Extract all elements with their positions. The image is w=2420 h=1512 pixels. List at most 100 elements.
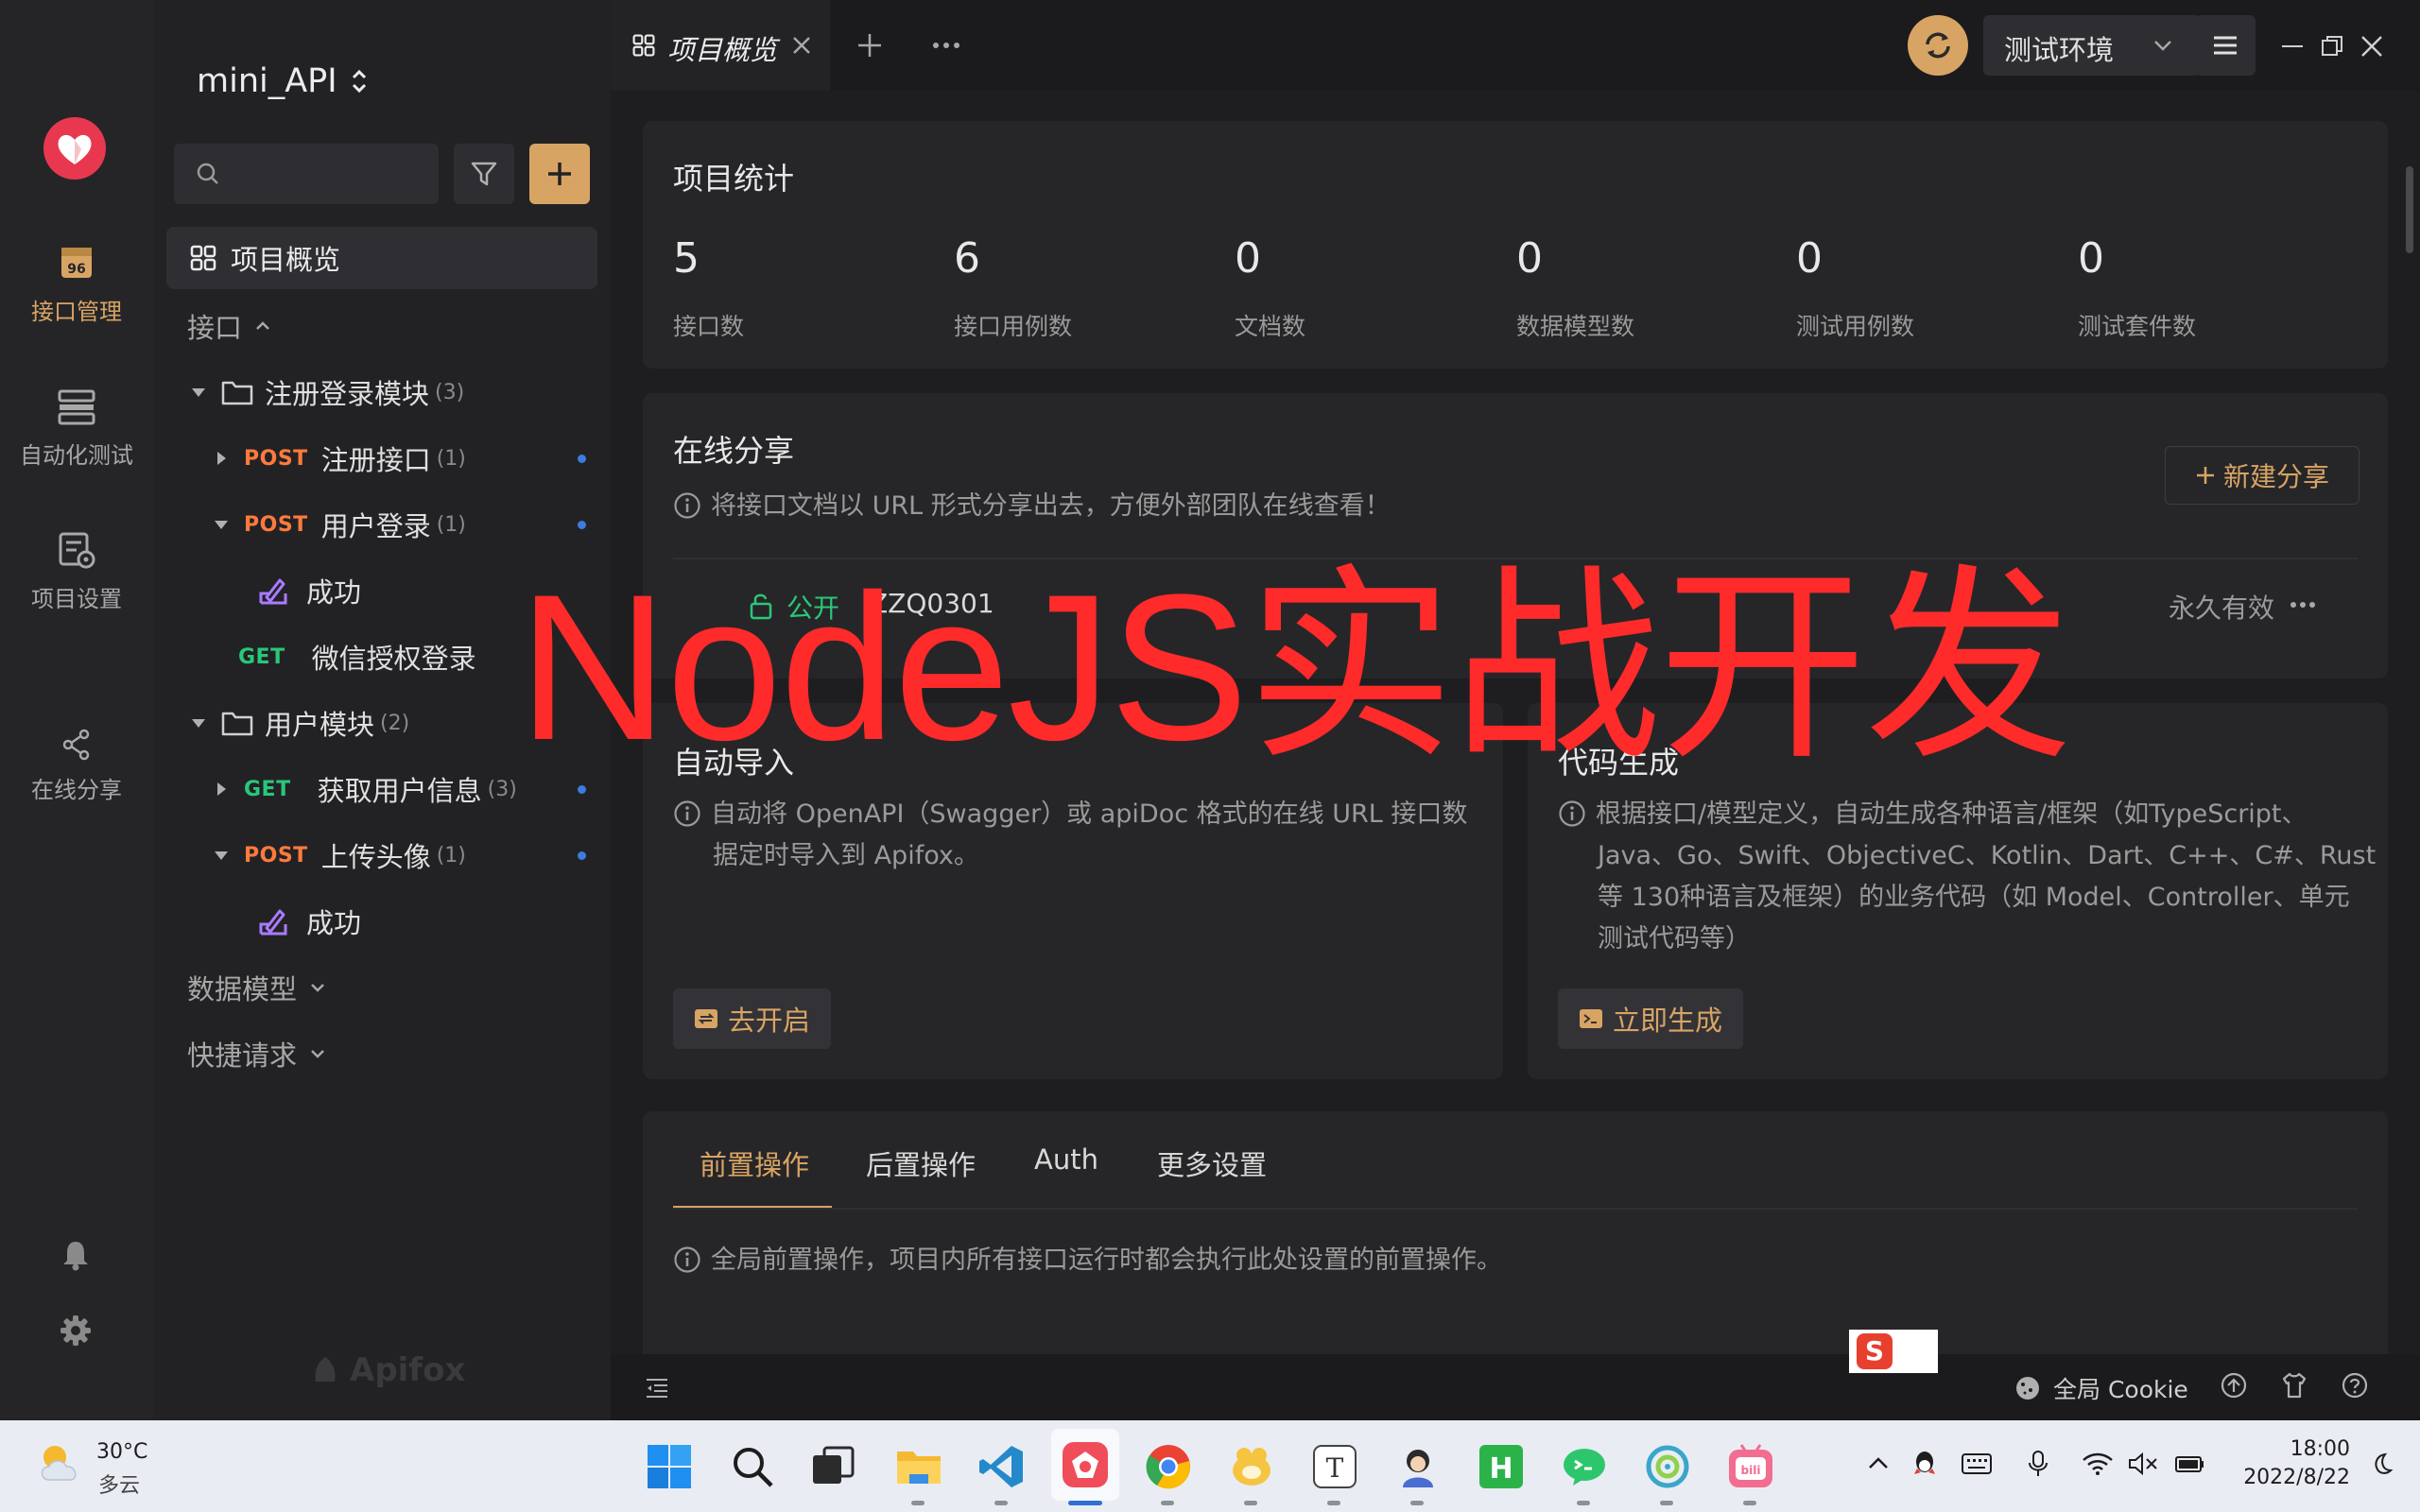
caret-down-icon [215,521,228,529]
task-view-icon[interactable] [809,1442,858,1491]
more-horizontal-icon [933,43,959,48]
navicat-icon[interactable] [1227,1442,1276,1491]
rail-item-share[interactable]: 在线分享 [0,728,153,804]
global-cookie-button[interactable]: 全局 Cookie [2014,1371,2188,1405]
enable-auto-import-button[interactable]: 去开启 [673,988,832,1049]
focus-moon-icon[interactable] [2369,1452,2394,1476]
chevron-down-icon [311,984,324,992]
filter-button[interactable] [454,144,514,204]
info-icon [674,800,700,827]
chrome-icon[interactable] [1144,1442,1193,1491]
hbuilder-icon[interactable]: H [1477,1442,1526,1491]
tree-folder[interactable]: 注册登录模块 (3) [153,359,611,425]
generate-code-button[interactable]: 立即生成 [1558,988,1744,1049]
help-icon[interactable] [2341,1371,2369,1400]
test-case-icon [259,909,287,936]
wifi-icon[interactable] [2082,1452,2114,1476]
button-label: 立即生成 [1613,1005,1723,1037]
battery-icon[interactable] [2174,1452,2206,1476]
clock-time[interactable]: 18:00 [2271,1437,2350,1461]
close-icon[interactable] [790,34,813,57]
rail-item-label: 接口管理 [31,299,122,325]
api-section-header[interactable]: 接口 [187,306,272,346]
more-tabs-button[interactable] [932,42,960,49]
rail-item-project-settings[interactable]: 项目设置 [0,529,153,613]
typora-icon[interactable]: T [1310,1442,1359,1491]
brand-label: Apifox [350,1351,466,1389]
weather-widget[interactable] [34,1440,89,1486]
file-explorer-icon[interactable] [894,1442,943,1491]
stat-label: 测试用例数 [1796,313,1915,340]
avatar-app-icon[interactable] [1393,1442,1443,1491]
quick-request-section[interactable]: 快捷请求 [187,1034,327,1074]
project-switcher[interactable]: mini_API [197,62,370,100]
restore-button[interactable] [2320,34,2344,59]
desc-line: 等 130种语言及框架）的业务代码（如 Model、Controller、单元 [1598,883,2350,912]
tab-pre-operation[interactable]: 前置操作 [700,1143,809,1183]
svg-text:H: H [1489,1452,1512,1486]
tab-overview[interactable]: 项目概览 [611,0,830,91]
stat-value: 0 [2078,234,2104,283]
ime-toolbar[interactable]: S [1849,1330,1938,1373]
bell-icon[interactable] [59,1238,93,1272]
data-model-section[interactable]: 数据模型 [187,968,327,1007]
vscode-icon[interactable] [977,1442,1027,1491]
windows-start-icon[interactable] [645,1442,694,1491]
tree-api-item[interactable]: POST 注册接口 (1) [153,425,611,491]
status-dot [578,784,586,794]
plus-icon [2196,467,2214,484]
cookie-label: 全局 Cookie [2053,1376,2188,1403]
qq-icon[interactable] [1911,1450,1938,1478]
tab-post-operation[interactable]: 后置操作 [866,1143,976,1183]
automation-icon [56,386,97,427]
minimize-button[interactable] [2280,34,2305,59]
tree-case-item[interactable]: 成功 [153,888,611,954]
pinwheel-app-icon[interactable] [1643,1442,1692,1491]
tree-label: 上传头像 [320,841,431,873]
search-icon[interactable] [728,1442,777,1491]
environment-select[interactable]: 测试环境 [1983,15,2201,76]
keyboard-icon[interactable] [1961,1452,1993,1476]
window-close-button[interactable] [2360,34,2384,59]
clock-date[interactable]: 2022/8/22 [2229,1466,2350,1489]
tree-label: 成功 [306,907,362,939]
tree-api-item[interactable]: POST 用户登录 (1) [153,491,611,558]
shirt-icon[interactable] [2280,1371,2308,1400]
wechat-devtools-icon[interactable] [1560,1442,1609,1491]
sync-button[interactable] [1908,15,1968,76]
cookie-icon [2016,1377,2039,1400]
new-share-button[interactable]: 新建分享 [2165,446,2360,505]
volume-muted-icon[interactable] [2127,1452,2159,1476]
rail-item-automation[interactable]: 自动化测试 [0,386,153,470]
tab-more-settings[interactable]: 更多设置 [1157,1143,1267,1183]
rail-item-api-manage[interactable]: 96 接口管理 [0,242,153,326]
search-input[interactable] [174,144,439,204]
add-button[interactable] [529,144,590,204]
environment-menu-button[interactable] [2195,15,2256,76]
microphone-icon[interactable] [2027,1450,2049,1478]
folder-icon [221,381,253,405]
status-dot [578,520,586,529]
tree-label: 成功 [306,576,362,609]
tab-auth[interactable]: Auth [1034,1143,1098,1176]
desc-line: 据定时导入到 Apifox。 [713,841,979,870]
gear-icon[interactable] [59,1314,93,1348]
chevron-up-icon[interactable] [1866,1452,1891,1476]
overlay-watermark-text: NodeJS实战开发 [518,551,2073,783]
status-bar: S 全局 Cookie [611,1330,2420,1420]
stats-card: 项目统计 5 接口数 6 接口用例数 0 文档数 0 数据模型数 0 测试用例数… [643,121,2388,369]
new-tab-button[interactable] [856,32,883,59]
apifox-taskbar-button[interactable] [1051,1429,1119,1501]
bilibili-icon[interactable]: bili [1726,1442,1775,1491]
collapse-sidebar-icon[interactable] [645,1377,669,1400]
scrollbar-thumb[interactable] [2406,166,2413,253]
upload-icon[interactable] [2220,1371,2248,1400]
caret-right-icon [217,452,226,465]
stat-label: 测试套件数 [2078,313,2197,340]
tree-api-item[interactable]: POST 上传头像 (1) [153,822,611,888]
running-indicator [1577,1501,1590,1505]
stat-value: 0 [1235,234,1261,283]
more-horizontal-icon[interactable] [2290,601,2316,609]
status-dot [578,850,586,860]
sidebar-item-overview[interactable]: 项目概览 [166,227,597,289]
